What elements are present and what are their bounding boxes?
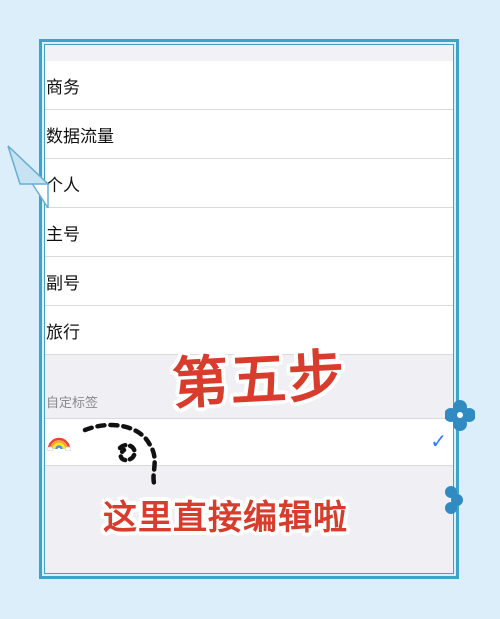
step-title-annotation: 第五步 xyxy=(170,343,348,418)
top-strip xyxy=(45,45,453,61)
custom-label-section-header: 自定标签 xyxy=(46,396,99,411)
rainbow-emoji xyxy=(46,431,72,455)
label-option-primary[interactable]: 主号 xyxy=(45,208,453,257)
label-option-business[interactable]: 商务 xyxy=(45,61,453,110)
label-option-data[interactable]: 数据流量 xyxy=(45,110,453,159)
flower-decoration-icon xyxy=(445,486,463,514)
label-option-secondary[interactable]: 副号 xyxy=(45,257,453,306)
label-option-text: 个人 xyxy=(46,175,80,196)
paper-plane-icon xyxy=(7,145,50,208)
label-option-text: 旅行 xyxy=(46,322,80,343)
label-option-text: 商务 xyxy=(46,77,80,98)
label-option-text: 数据流量 xyxy=(46,126,114,147)
label-option-text: 副号 xyxy=(46,273,80,294)
caption-annotation: 这里直接编辑啦 xyxy=(103,498,348,538)
label-list: 商务 数据流量 个人 主号 副号 旅行 xyxy=(45,61,453,355)
label-option-personal[interactable]: 个人 xyxy=(45,159,453,208)
flower-decoration-icon xyxy=(445,400,475,431)
label-option-text: 主号 xyxy=(46,224,80,245)
dashed-arrow-icon xyxy=(82,422,158,489)
